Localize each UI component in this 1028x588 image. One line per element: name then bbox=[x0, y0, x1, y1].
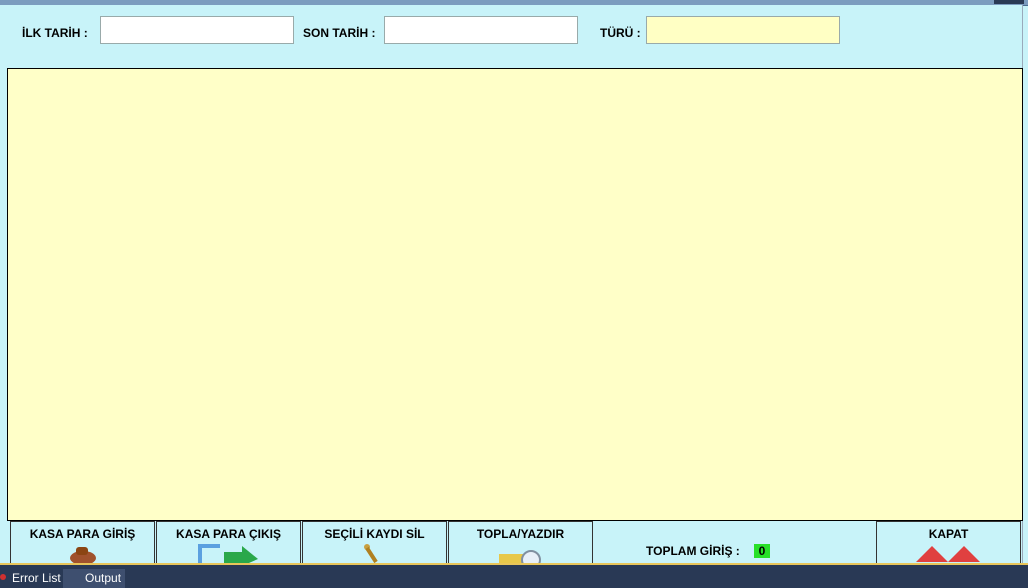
sum-print-button[interactable]: TOPLA/YAZDIR bbox=[448, 521, 593, 565]
records-grid[interactable] bbox=[7, 68, 1023, 521]
close-label: KAPAT bbox=[928, 527, 969, 541]
close-button[interactable]: KAPAT bbox=[876, 521, 1021, 565]
start-date-label: İLK TARİH : bbox=[22, 26, 88, 40]
delete-selected-label: SEÇİLİ KAYDI SİL bbox=[324, 527, 425, 541]
type-label: TÜRÜ : bbox=[600, 26, 641, 40]
cash-in-button[interactable]: KASA PARA GİRİŞ bbox=[10, 521, 155, 565]
window-corner bbox=[994, 0, 1024, 4]
cash-in-label: KASA PARA GİRİŞ bbox=[29, 527, 136, 541]
type-field[interactable] bbox=[646, 16, 840, 44]
cash-report-form: İLK TARİH : SON TARİH : TÜRÜ : bbox=[0, 5, 1023, 563]
sum-print-label: TOPLA/YAZDIR bbox=[476, 527, 565, 541]
tab-error-list[interactable]: Error List bbox=[0, 569, 65, 588]
start-date-field[interactable] bbox=[100, 16, 294, 44]
tab-output[interactable]: Output bbox=[63, 569, 126, 588]
bottom-taskbar: Error List Output bbox=[0, 563, 1028, 588]
cash-out-label: KASA PARA ÇIKIŞ bbox=[176, 527, 281, 541]
total-in-label: TOPLAM GİRİŞ : bbox=[646, 544, 740, 558]
end-date-field[interactable] bbox=[384, 16, 578, 44]
print-preview-icon bbox=[498, 550, 541, 564]
cash-out-button[interactable]: KASA PARA ÇIKIŞ bbox=[156, 521, 301, 565]
close-icon bbox=[915, 546, 980, 562]
delete-selected-button[interactable]: SEÇİLİ KAYDI SİL bbox=[302, 521, 447, 565]
brush-icon bbox=[363, 544, 378, 564]
exit-arrow-icon bbox=[197, 544, 258, 564]
money-bag-icon bbox=[69, 547, 96, 564]
total-in-value: 0 bbox=[754, 544, 770, 558]
end-date-label: SON TARİH : bbox=[303, 26, 376, 40]
